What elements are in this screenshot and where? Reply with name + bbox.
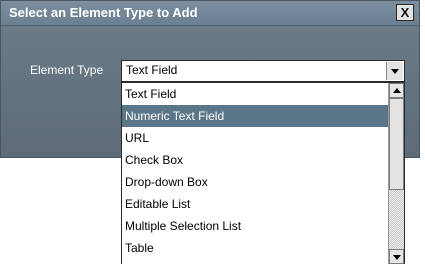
- scroll-down-button[interactable]: [389, 249, 404, 264]
- dropdown-scrollbar[interactable]: [388, 83, 404, 264]
- element-type-combobox[interactable]: Text Field: [121, 60, 405, 82]
- stage: Select an Element Type to Add X Element …: [0, 0, 425, 264]
- dropdown-arrow-button[interactable]: [386, 62, 403, 80]
- option-editable-list[interactable]: Editable List: [122, 193, 388, 215]
- dialog-titlebar[interactable]: Select an Element Type to Add X: [1, 1, 419, 26]
- option-table[interactable]: Table: [122, 237, 388, 259]
- combobox-value: Text Field: [126, 63, 178, 77]
- element-type-label: Element Type: [30, 63, 104, 77]
- option-list: Text Field Numeric Text Field URL Check …: [122, 83, 388, 259]
- option-multiple-selection-list[interactable]: Multiple Selection List: [122, 215, 388, 237]
- option-text-field[interactable]: Text Field: [122, 83, 388, 105]
- element-type-dropdown-list[interactable]: Text Field Numeric Text Field URL Check …: [121, 82, 405, 264]
- option-url[interactable]: URL: [122, 127, 388, 149]
- close-button[interactable]: X: [396, 4, 414, 21]
- option-check-box[interactable]: Check Box: [122, 149, 388, 171]
- scroll-up-button[interactable]: [389, 83, 404, 98]
- arrow-down-icon: [393, 255, 401, 260]
- chevron-down-icon: [391, 69, 399, 74]
- dialog-title: Select an Element Type to Add: [9, 5, 198, 20]
- scroll-thumb[interactable]: [389, 98, 404, 190]
- close-icon: X: [400, 5, 410, 20]
- option-numeric-text-field[interactable]: Numeric Text Field: [122, 105, 388, 127]
- option-drop-down-box[interactable]: Drop-down Box: [122, 171, 388, 193]
- arrow-up-icon: [393, 88, 401, 93]
